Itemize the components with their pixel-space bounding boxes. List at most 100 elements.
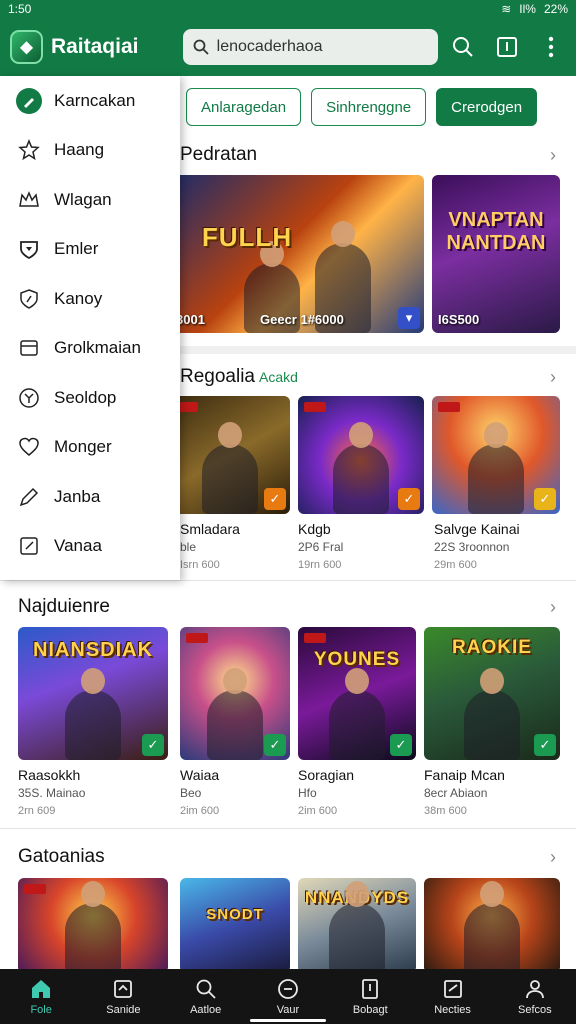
najduienre-game-card-1[interactable]: NIANSDIAK ✓ [18, 627, 168, 760]
download-icon[interactable]: ✓ [264, 488, 286, 510]
nav-item-label: Aatloe [190, 1004, 222, 1016]
chevron-right-icon[interactable]: › [550, 367, 556, 388]
edit-box-icon [16, 533, 42, 559]
nav-item-sefcos[interactable]: Sefcos [494, 969, 576, 1024]
search-icon [196, 979, 216, 999]
featured-game-card-1[interactable]: FULLH 3001 Geecr 1#6000 ▾ [170, 175, 424, 333]
search-icon [453, 37, 473, 57]
search-input[interactable]: lenocaderhaoa [182, 29, 438, 65]
game-art-title: VNAPTAN NANTDAN [446, 209, 546, 254]
section-divider [0, 580, 576, 581]
category-game-card-3[interactable]: NNANDYDS [298, 878, 416, 969]
game-meta: 19rn 600 [298, 559, 342, 571]
battery-level: 22% [543, 2, 568, 16]
game-tag [304, 633, 326, 643]
game-art-title: NIANSDIAK [32, 639, 154, 661]
download-icon[interactable]: ✓ [534, 734, 556, 756]
drawer-item-label: Wlagan [54, 189, 112, 209]
filter-chip-3[interactable]: Crerodgen [436, 88, 538, 126]
download-icon[interactable]: ✓ [390, 734, 412, 756]
download-icon[interactable]: ✓ [398, 488, 420, 510]
nav-item-bobagt[interactable]: Bobagt [329, 969, 411, 1024]
game-meta: 29m 600 [434, 559, 477, 571]
game-character-art [65, 881, 121, 969]
game-name: Soragian [298, 767, 355, 783]
game-character-art [65, 668, 121, 760]
inbox-icon [114, 980, 133, 998]
game-character-art [468, 422, 524, 514]
drawer-item-karncakan[interactable]: Karncakan [0, 76, 180, 126]
compass-icon [16, 385, 42, 411]
drawer-item-kanoy[interactable]: Kanoy [0, 274, 180, 324]
game-name: Salvge Kainai [434, 521, 520, 537]
crown-icon [16, 187, 42, 213]
drawer-item-monger[interactable]: Monger [0, 423, 180, 473]
download-icon[interactable]: ✓ [142, 734, 164, 756]
featured-game-card-2[interactable]: VNAPTAN NANTDAN I6S500 [432, 175, 560, 333]
game-info: Fanaip Mcan 8ecr Abiaon 38m 600 [424, 766, 505, 820]
game-info: Salvge Kainai 22S 3roonnon 29m 600 [434, 520, 520, 574]
najduienre-section-title: Najduienre [18, 596, 110, 617]
filter-chip-2[interactable]: Sinhrenggne [311, 88, 427, 126]
home-indicator[interactable] [250, 1019, 326, 1022]
game-meta: 2rn 609 [18, 805, 56, 817]
nav-item-vaur[interactable]: Vaur [247, 969, 329, 1024]
game-art-title: SNODT [206, 906, 264, 923]
game-price: 3001 [176, 312, 205, 327]
category-game-card-1[interactable] [18, 878, 168, 969]
regular-game-card-2[interactable]: ✓ [298, 396, 424, 514]
drawer-item-vanaa[interactable]: Vanaa [0, 522, 180, 572]
download-icon[interactable]: ✓ [534, 488, 556, 510]
game-meta: 2im 600 [298, 805, 338, 817]
bottom-navigation: Fole Sanide Aatloe Vaur Bobagt Necties S… [0, 969, 576, 1024]
game-meta: 2im 600 [180, 805, 220, 817]
app-root: 1:50 ≋ Il% 22% ◆ Raitaqiai lenocaderhaoa [0, 0, 576, 1024]
wallet-icon [16, 335, 42, 361]
game-subtitle: ble [180, 540, 197, 554]
regular-game-card-3[interactable]: ✓ [432, 396, 560, 514]
najduienre-section-header: Najduienre › [0, 592, 576, 622]
regular-game-card-1[interactable]: ✓ [170, 396, 290, 514]
heart-shield-icon [16, 236, 42, 262]
game-tag [186, 633, 208, 643]
game-info: Waiaa Beo 2im 600 [180, 766, 219, 820]
game-meta: 38m 600 [424, 805, 467, 817]
najduienre-game-card-3[interactable]: YOUNES ✓ [298, 627, 416, 760]
najduienre-game-card-4[interactable]: RAOKIE ✓ [424, 627, 560, 760]
nav-item-aatloe[interactable]: Aatloe [165, 969, 247, 1024]
book-icon [362, 979, 379, 999]
game-character-art [333, 422, 389, 514]
drawer-item-grolkmaian[interactable]: Grolkmaian [0, 324, 180, 374]
nav-item-label: Sefcos [518, 1004, 552, 1016]
drawer-item-haang[interactable]: Haang [0, 126, 180, 176]
nav-item-label: Vaur [276, 1004, 300, 1016]
chevron-right-icon[interactable]: › [550, 847, 556, 868]
featured-section-title: Pedratan [180, 144, 258, 165]
drawer-item-seoldop[interactable]: Seoldop [0, 373, 180, 423]
drawer-item-janba[interactable]: Janba [0, 472, 180, 522]
drawer-item-emler[interactable]: Emler [0, 225, 180, 275]
filter-chip-1[interactable]: Anlaragedan [186, 88, 302, 126]
more-menu-button[interactable] [536, 32, 566, 62]
filter-chips: Anlaragedan Sinhrenggne Crerodgen [186, 88, 538, 126]
pen-icon [16, 87, 42, 114]
drawer-item-wlagan[interactable]: Wlagan [0, 175, 180, 225]
notifications-button[interactable] [492, 32, 522, 62]
category-game-card-4[interactable] [424, 878, 560, 969]
section-divider [0, 828, 576, 829]
nav-item-home[interactable]: Fole [0, 969, 82, 1024]
drawer-item-label: Monger [54, 437, 112, 457]
najduienre-game-card-2[interactable]: ✓ [180, 627, 290, 760]
drawer-item-label: Vanaa [54, 536, 102, 556]
download-icon[interactable]: ✓ [264, 734, 286, 756]
heart-icon [16, 434, 42, 460]
chevron-right-icon[interactable]: › [550, 145, 556, 166]
chevron-right-icon[interactable]: › [550, 597, 556, 618]
search-button[interactable] [448, 32, 478, 62]
nav-item-sanide[interactable]: Sanide [82, 969, 164, 1024]
category-game-card-2[interactable]: SNODT [180, 878, 290, 969]
bookmark-icon[interactable]: ▾ [398, 307, 420, 329]
nav-item-necties[interactable]: Necties [411, 969, 493, 1024]
categories-section-header: Gatoanias › [0, 842, 576, 872]
status-time: 1:50 [8, 2, 32, 16]
